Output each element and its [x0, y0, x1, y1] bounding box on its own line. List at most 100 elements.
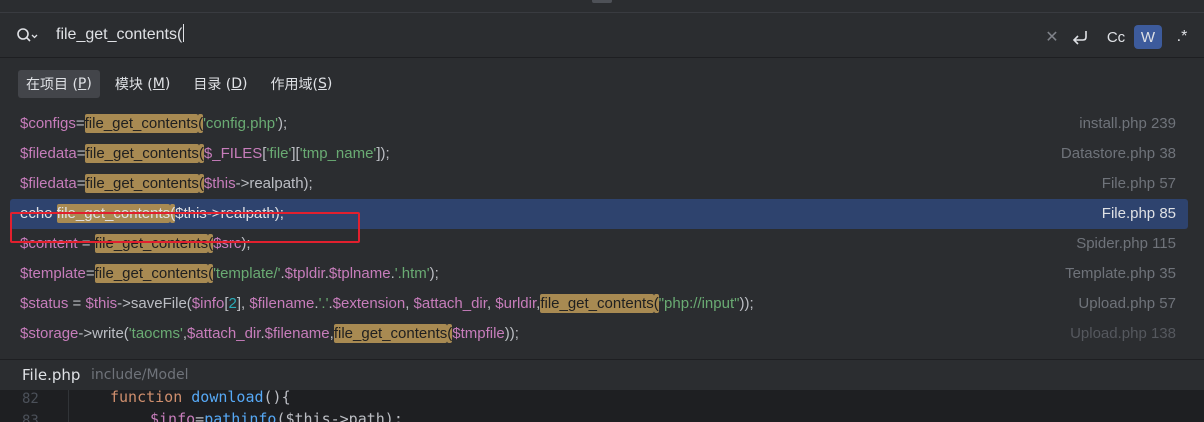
function-call: pathinfo	[204, 410, 277, 422]
code-token: 2	[228, 295, 237, 312]
preview-header: File.php include/Model	[0, 359, 1204, 391]
code-token: '.'	[318, 295, 329, 312]
result-location: File.php 57	[1101, 175, 1176, 192]
selection-annotation-box	[10, 212, 360, 243]
code-token: $info	[191, 295, 225, 312]
code-token: =	[68, 295, 86, 312]
code-token: $filedata	[20, 175, 77, 192]
code-token: "php://input"	[658, 295, 740, 312]
resize-handle[interactable]	[592, 0, 612, 3]
code-token: 'tmp_name'	[299, 145, 377, 162]
code-token: $storage	[20, 325, 79, 342]
code-token: 'taocms'	[128, 325, 183, 342]
tab-label: 目录 (	[193, 77, 232, 93]
search-icon[interactable]	[16, 27, 38, 45]
result-row[interactable]: $storage->write('taocms',$attach_dir.$fi…	[10, 319, 1188, 349]
result-location: Upload.php 57	[1078, 295, 1176, 312]
search-input[interactable]: file_get_contents(	[56, 24, 185, 44]
code-token: 'config.php'	[203, 115, 279, 132]
search-query: file_get_contents(	[56, 26, 183, 43]
tab-label: 模块 (	[114, 77, 153, 93]
code-token: );	[429, 265, 439, 282]
close-icon[interactable]: ✕	[1044, 25, 1060, 49]
result-location: Upload.php 138	[1070, 325, 1176, 342]
code-token: =	[75, 115, 85, 132]
result-location: File.php 85	[1101, 205, 1176, 222]
tab-suffix: )	[86, 76, 92, 92]
divider	[0, 57, 1204, 58]
result-row[interactable]: $filedata=file_get_contents($this->realp…	[10, 169, 1188, 199]
result-code: $storage->write('taocms',$attach_dir.$fi…	[20, 324, 519, 343]
newline-icon[interactable]	[1069, 25, 1091, 49]
code-token: =	[85, 265, 95, 282]
result-row[interactable]: $status = $this->saveFile($info[2], $fil…	[10, 289, 1188, 319]
tab-suffix: )	[326, 76, 333, 92]
tab-mnemonic: S	[317, 76, 327, 92]
tab-label: 作用域(	[270, 77, 318, 93]
code-token: $filename	[264, 325, 330, 342]
code-token: ]);	[376, 145, 390, 162]
code-preview[interactable]: 82 83 function download(){ $info=pathinf…	[0, 390, 1204, 422]
tab-module[interactable]: 模块 (M)	[107, 70, 178, 98]
code-token: $urldir	[495, 295, 537, 312]
match-highlight: file_get_contents	[333, 324, 448, 343]
result-location: Datastore.php 38	[1060, 145, 1176, 162]
code-token: ));	[504, 325, 519, 342]
window-top-strip	[0, 0, 1204, 12]
result-location: install.php 239	[1079, 115, 1176, 132]
code-token: );	[278, 115, 288, 132]
tab-suffix: )	[164, 76, 171, 92]
code-token: ],	[236, 295, 250, 312]
code-token: $filedata	[20, 145, 77, 162]
code-token: '.htm'	[394, 265, 430, 282]
result-code: $filedata=file_get_contents($_FILES['fil…	[20, 144, 390, 163]
variable: $info	[150, 410, 196, 422]
code-token: ][	[291, 145, 300, 162]
code-token: ->realpath);	[235, 175, 313, 192]
match-highlight: file_get_contents	[85, 174, 199, 193]
tab-in-project[interactable]: 在项目 (P)	[18, 70, 100, 98]
code-token: $attach_dir	[413, 295, 487, 312]
keyword: function	[110, 390, 183, 406]
code-token: $configs	[20, 115, 76, 132]
text-caret	[183, 24, 185, 42]
code-token: $_FILES	[203, 145, 263, 162]
result-code: $configs=file_get_contents('config.php')…	[20, 114, 288, 133]
scope-tabs: 在项目 (P) 模块 (M) 目录 (D) 作用域(S)	[18, 70, 347, 98]
code-token: $template	[20, 265, 86, 282]
code-rest: ($this->path);	[276, 410, 403, 422]
result-location: Spider.php 115	[1076, 235, 1176, 252]
result-location: Template.php 35	[1065, 265, 1176, 282]
code-token: 'template/'	[213, 265, 281, 282]
result-code: $template=file_get_contents('template/'.…	[20, 264, 439, 283]
code-token: $tpldir	[284, 265, 325, 282]
words-button[interactable]: W	[1134, 25, 1162, 49]
tab-mnemonic: D	[231, 76, 243, 92]
result-row[interactable]: $configs=file_get_contents('config.php')…	[10, 109, 1188, 139]
line-number: 82	[22, 391, 39, 407]
result-row[interactable]: $template=file_get_contents('template/'.…	[10, 259, 1188, 289]
gutter-divider	[68, 390, 69, 422]
line-number: 83	[22, 413, 39, 422]
code-line: $info=pathinfo($this->path);	[150, 410, 403, 422]
match-case-button[interactable]: Cc	[1102, 25, 1130, 49]
preview-file-name: File.php	[22, 366, 81, 384]
tab-scope[interactable]: 作用域(S)	[263, 70, 341, 98]
search-bar: file_get_contents( ✕ Cc W .*	[0, 13, 1204, 58]
code-token: ,	[405, 295, 414, 312]
punctuation: (){	[263, 390, 291, 406]
match-highlight: file_get_contents	[94, 264, 209, 283]
code-token: $tplname	[328, 265, 391, 282]
find-in-files-popup: file_get_contents( ✕ Cc W .* 在项目 (P) 模块 …	[0, 12, 1204, 391]
code-token: $this	[85, 295, 118, 312]
match-highlight: file_get_contents	[540, 294, 654, 313]
function-name: download	[191, 390, 264, 406]
result-row[interactable]: $filedata=file_get_contents($_FILES['fil…	[10, 139, 1188, 169]
code-token: ->write(	[78, 325, 129, 342]
regex-button[interactable]: .*	[1169, 25, 1195, 49]
operator: =	[195, 410, 205, 422]
match-highlight: file_get_contents	[85, 144, 199, 163]
code-token: $extension	[332, 295, 406, 312]
code-token: $this	[203, 175, 236, 192]
tab-directory[interactable]: 目录 (D)	[185, 70, 255, 98]
